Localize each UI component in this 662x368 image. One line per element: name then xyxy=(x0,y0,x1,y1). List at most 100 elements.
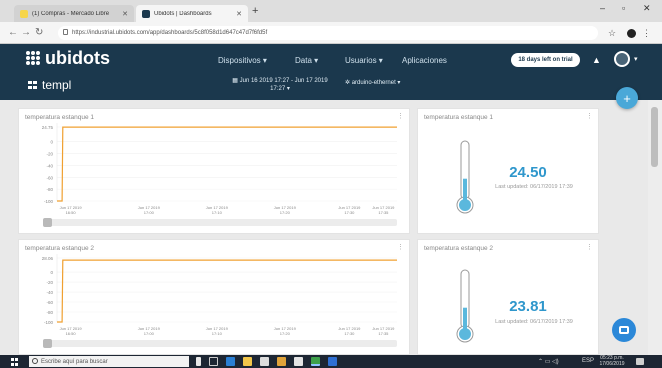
date-range-picker[interactable]: ▦ Jun 16 2019 17:27 - Jun 17 2019 17:27 … xyxy=(230,77,330,93)
y-tick-label: 28.06 xyxy=(42,256,54,261)
browser-toolbar: ← → ↻ https://industrial.ubidots.com/app… xyxy=(0,22,662,44)
logo-text: ubidots xyxy=(45,48,110,68)
series-line xyxy=(57,259,397,323)
thermometer-widget-1: temperatura estanque 1 ⋮ 24.50 Last upda… xyxy=(417,108,599,234)
trial-badge[interactable]: 18 days left on trial xyxy=(511,53,580,67)
bookmark-star-icon[interactable]: ☆ xyxy=(608,28,616,38)
line-chart-1: 24.750-20-40-60-80-100Jun 17 201916:50Ju… xyxy=(42,123,397,227)
device-filter[interactable]: ✲ arduino-ethernet ▾ xyxy=(345,79,400,86)
tray-icons[interactable]: ⌃ ▭ ◁) xyxy=(538,358,559,365)
x-tick-label: 17:10 xyxy=(212,331,223,336)
ubidots-logo-icon xyxy=(26,51,40,65)
new-tab-button[interactable]: + xyxy=(252,5,258,17)
lock-icon xyxy=(63,29,68,35)
y-tick-label: 24.75 xyxy=(42,125,54,130)
close-tab-icon[interactable]: ✕ xyxy=(122,10,128,18)
device-icon: ✲ xyxy=(345,80,352,86)
language-indicator[interactable]: ESP xyxy=(582,358,594,364)
nav-dispositivos[interactable]: Dispositivos ▾ xyxy=(218,56,267,65)
x-tick-label: 16:50 xyxy=(66,210,77,215)
avatar[interactable] xyxy=(614,51,630,67)
chart-navigator xyxy=(43,219,397,226)
widget-menu-icon[interactable]: ⋮ xyxy=(586,243,593,251)
app-icon[interactable] xyxy=(294,357,303,366)
x-tick-label: 17:10 xyxy=(212,210,223,215)
edge-icon[interactable] xyxy=(226,357,235,366)
browser-tab-mercadolibre[interactable]: (1) Compras - Mercado Libre ✕ xyxy=(14,5,134,22)
y-tick-label: -60 xyxy=(46,175,53,180)
forward-arrow-icon[interactable]: → xyxy=(21,27,31,39)
thermometer-bulb xyxy=(459,328,471,340)
x-tick-label: 17:00 xyxy=(144,210,155,215)
close-window-button[interactable]: ✕ xyxy=(643,3,651,14)
y-tick-label: -100 xyxy=(44,320,54,325)
windows-start-icon[interactable] xyxy=(11,358,19,366)
close-tab-icon[interactable]: ✕ xyxy=(236,10,242,18)
ubidots-favicon-icon xyxy=(142,9,150,18)
thermometer-bulb xyxy=(459,199,471,211)
ubidots-logo[interactable]: ubidots xyxy=(26,49,110,67)
chart-navigator xyxy=(43,340,397,347)
x-tick-label: 16:50 xyxy=(66,331,77,336)
browser-profile-icon[interactable] xyxy=(627,29,636,38)
calendar-icon: ▦ xyxy=(232,78,240,84)
nav-data[interactable]: Data ▾ xyxy=(295,56,318,65)
app-icon[interactable] xyxy=(277,357,286,366)
y-tick-label: -40 xyxy=(46,163,53,168)
microphone-icon[interactable] xyxy=(196,357,201,366)
y-tick-label: -80 xyxy=(46,310,53,315)
store-icon[interactable] xyxy=(260,357,269,366)
widget-title: temperatura estanque 1 xyxy=(424,114,494,121)
x-tick-label: 17:00 xyxy=(144,331,155,336)
minimize-button[interactable]: – xyxy=(600,3,605,13)
dashboard-selector[interactable]: templ xyxy=(28,78,71,92)
chat-button[interactable] xyxy=(612,318,636,342)
taskbar-search-input[interactable]: Escribe aquí para buscar xyxy=(29,356,189,367)
y-tick-label: -40 xyxy=(46,290,53,295)
x-tick-label: 17:30 xyxy=(344,331,355,336)
mercadolibre-favicon-icon xyxy=(20,9,28,18)
line-chart-widget-1: temperatura estanque 1 ⋮ 24.75 0 -20 -40 -60… xyxy=(18,108,410,234)
y-tick-label: -20 xyxy=(46,280,53,285)
app-header: ubidots Dispositivos ▾ Data ▾ Usuarios ▾… xyxy=(0,44,662,100)
navigator-handle xyxy=(43,218,52,227)
browser-menu-icon[interactable]: ⋮ xyxy=(642,28,651,38)
taskbar-search-placeholder: Escribe aquí para buscar xyxy=(41,358,108,365)
y-tick-label: -100 xyxy=(44,199,54,204)
thermometer-widget-2: temperatura estanque 2 ⋮ 23.81 Last upda… xyxy=(417,239,599,355)
x-tick-label: 17:20 xyxy=(280,331,291,336)
nav-aplicaciones[interactable]: Aplicaciones xyxy=(402,56,447,65)
address-bar[interactable]: https://industrial.ubidots.com/app/dashb… xyxy=(58,26,598,40)
nav-usuarios[interactable]: Usuarios ▾ xyxy=(345,56,383,65)
y-tick-label: 0 xyxy=(50,270,53,275)
widget-menu-icon[interactable]: ⋮ xyxy=(586,112,593,120)
chevron-down-icon[interactable]: ▾ xyxy=(634,55,638,63)
back-arrow-icon[interactable]: ← xyxy=(8,27,18,39)
address-url: https://industrial.ubidots.com/app/dashb… xyxy=(72,30,268,36)
x-tick-label: 17:35 xyxy=(378,210,389,215)
thermometer-icon xyxy=(456,269,474,343)
app-icon[interactable] xyxy=(328,357,337,366)
x-tick-label: 17:30 xyxy=(344,210,355,215)
maximize-button[interactable]: ▫ xyxy=(622,3,625,13)
notifications-icon[interactable]: ▲ xyxy=(592,55,601,65)
x-tick-label: 17:35 xyxy=(378,331,389,336)
chrome-icon[interactable] xyxy=(311,357,320,366)
reload-icon[interactable]: ↻ xyxy=(35,27,43,39)
clock-date: 17/06/2019 xyxy=(599,360,625,367)
taskbar-clock[interactable]: 05:23 p.m. 17/06/2019 xyxy=(598,355,626,367)
device-filter-label: arduino-ethernet ▾ xyxy=(351,80,401,86)
notifications-center-icon[interactable] xyxy=(636,358,644,365)
widget-value: 24.50 xyxy=(509,164,547,181)
last-updated: Last updated: 06/17/2019 17:39 xyxy=(495,319,573,325)
windows-taskbar: Escribe aquí para buscar ⌃ ▭ ◁) ESP 05:2… xyxy=(0,355,662,368)
browser-tab-strip: (1) Compras - Mercado Libre ✕ Ubidots | … xyxy=(0,0,662,22)
navigator-handle xyxy=(43,339,52,348)
add-widget-button[interactable]: + xyxy=(616,87,638,109)
tab-label: Ubidots | Dashboards xyxy=(154,10,212,17)
file-explorer-icon[interactable] xyxy=(243,357,252,366)
scrollbar-thumb[interactable] xyxy=(651,107,658,167)
dashboard-grid-icon xyxy=(28,81,37,89)
task-view-icon[interactable] xyxy=(209,357,218,366)
browser-tab-ubidots[interactable]: Ubidots | Dashboards ✕ xyxy=(136,5,248,22)
